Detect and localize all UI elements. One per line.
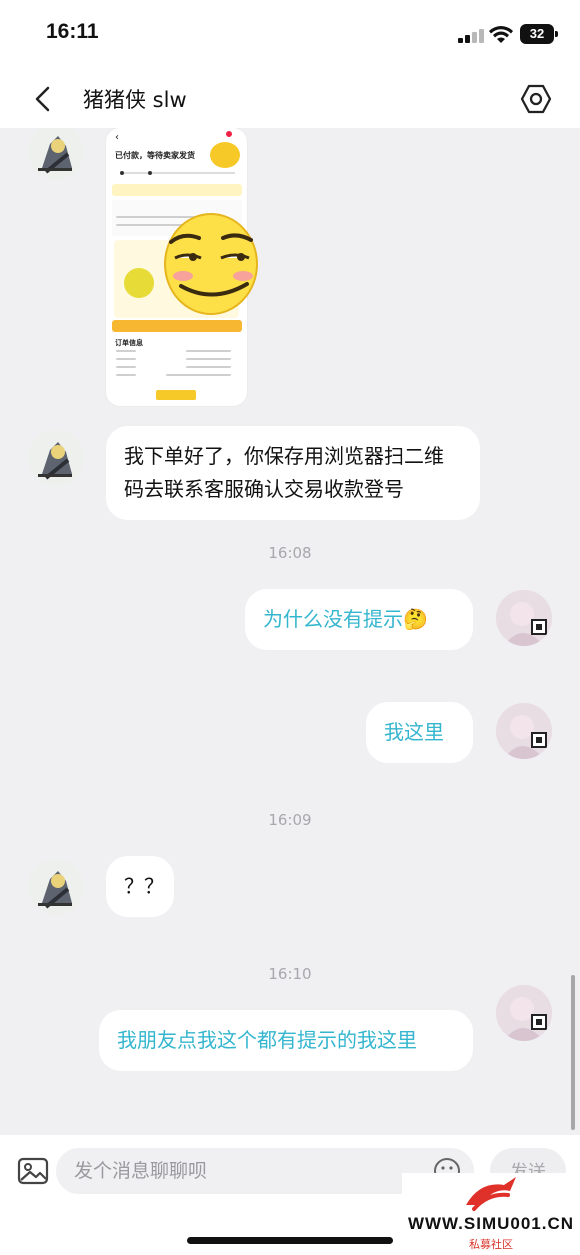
user-photo-icon [496, 590, 552, 646]
back-arrow-icon[interactable] [30, 84, 56, 114]
user-photo-icon [496, 703, 552, 759]
watermark-url: WWW.SIMU001.CN [407, 1214, 575, 1233]
message-timestamp: 16:09 [268, 811, 312, 829]
anime-character-icon [28, 128, 84, 180]
scrollbar[interactable] [571, 975, 575, 1130]
status-time: 16:11 [46, 20, 99, 43]
partner-avatar[interactable] [28, 430, 84, 486]
message-timestamp: 16:10 [268, 965, 312, 983]
anime-character-icon [28, 430, 84, 486]
settings-gear-icon[interactable] [519, 82, 553, 116]
home-indicator[interactable] [187, 1237, 393, 1244]
my-avatar[interactable] [496, 703, 552, 759]
incoming-message[interactable]: 我下单好了，你保存用浏览器扫二维码去联系客服确认交易收款登号 [106, 426, 480, 520]
outgoing-message[interactable]: 我朋友点我这个都有提示的我这里 [99, 1010, 473, 1071]
watermark: WWW.SIMU001.CN 私募社区 [402, 1173, 580, 1255]
partner-avatar[interactable] [28, 128, 84, 180]
battery-icon: 32 [520, 24, 558, 44]
incoming-message[interactable]: ？？ [106, 856, 174, 917]
chat-title: 猪猪侠 slw [83, 88, 187, 112]
watermark-subtitle: 私募社区 [469, 1238, 513, 1251]
partner-avatar[interactable] [28, 859, 84, 915]
wifi-icon [489, 26, 513, 43]
user-photo-icon [496, 985, 552, 1041]
shared-image-order-section: 订单信息 [115, 339, 143, 347]
watermark-logo-icon [466, 1177, 516, 1211]
anime-character-icon [28, 859, 84, 915]
signal-icon [458, 29, 486, 43]
message-timestamp: 16:08 [268, 544, 312, 562]
outgoing-message[interactable]: 我这里 [366, 702, 473, 763]
status-bar: 16:11 32 [0, 0, 580, 70]
smirk-emoji-icon [164, 213, 258, 315]
image-picker-icon[interactable] [17, 1155, 49, 1187]
shared-image-title: 已付款，等待卖家发货 [115, 151, 195, 160]
my-avatar[interactable] [496, 590, 552, 646]
my-avatar[interactable] [496, 985, 552, 1041]
nav-bar: 猪猪侠 slw [0, 70, 580, 128]
outgoing-message[interactable]: 为什么没有提示🤔 [245, 589, 473, 650]
chat-area[interactable]: ‹ 已付款，等待卖家发货 订单信息 我下单好了，你保存用浏览器扫二维码去联系客服… [0, 128, 580, 1135]
